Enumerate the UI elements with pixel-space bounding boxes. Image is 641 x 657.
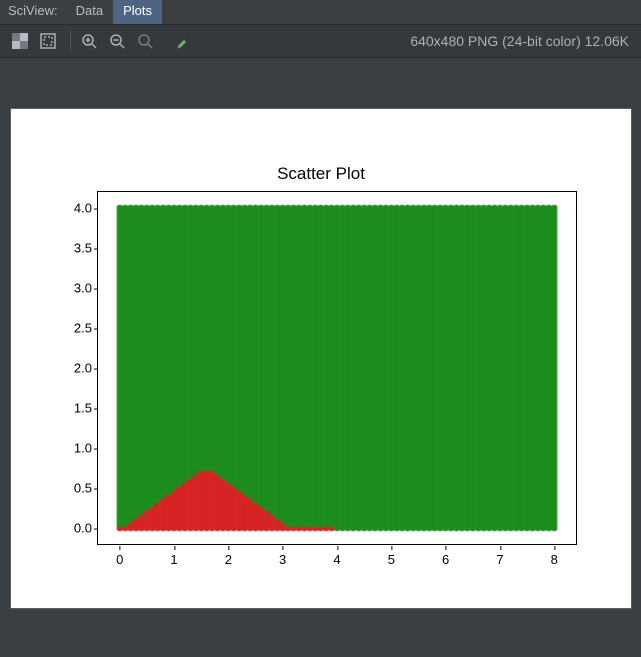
plot-viewport[interactable]: Scatter Plot 0.00.51.01.52.02.53.03.54.0… bbox=[10, 108, 632, 609]
chart-title: Scatter Plot bbox=[11, 164, 631, 184]
x-tick-label: 3 bbox=[279, 552, 286, 567]
panel-tabbar: SciView: Data Plots bbox=[0, 0, 641, 25]
tab-data[interactable]: Data bbox=[66, 0, 113, 24]
y-tick-label: 1.0 bbox=[52, 441, 92, 456]
image-info-text: 640x480 PNG (24-bit color) 12.06K bbox=[410, 33, 633, 49]
y-tick-label: 4.0 bbox=[52, 201, 92, 216]
y-tick-label: 3.5 bbox=[52, 241, 92, 256]
tab-plots[interactable]: Plots bbox=[113, 0, 162, 24]
x-tick-label: 6 bbox=[442, 552, 449, 567]
x-tick-label: 0 bbox=[116, 552, 123, 567]
y-tick-label: 2.0 bbox=[52, 361, 92, 376]
x-tick-label: 8 bbox=[551, 552, 558, 567]
x-tick-label: 1 bbox=[170, 552, 177, 567]
zoom-reset-icon[interactable] bbox=[133, 29, 157, 53]
zoom-out-icon[interactable] bbox=[105, 29, 129, 53]
panel-title: SciView: bbox=[0, 0, 66, 24]
fit-icon[interactable] bbox=[36, 29, 60, 53]
toolbar: 640x480 PNG (24-bit color) 12.06K bbox=[0, 25, 641, 58]
y-tick-label: 3.0 bbox=[52, 281, 92, 296]
y-tick-label: 0.0 bbox=[52, 521, 92, 536]
chart-axes: 0.00.51.01.52.02.53.03.54.0012345678 bbox=[97, 191, 577, 545]
toolbar-separator bbox=[70, 31, 71, 51]
zoom-in-icon[interactable] bbox=[77, 29, 101, 53]
x-tick-label: 5 bbox=[388, 552, 395, 567]
x-tick-label: 2 bbox=[225, 552, 232, 567]
eyedropper-icon[interactable] bbox=[171, 29, 195, 53]
x-tick-label: 4 bbox=[333, 552, 340, 567]
x-tick-label: 7 bbox=[496, 552, 503, 567]
y-tick-label: 0.5 bbox=[52, 481, 92, 496]
checker-icon[interactable] bbox=[8, 29, 32, 53]
y-tick-label: 1.5 bbox=[52, 401, 92, 416]
chart-canvas bbox=[98, 192, 576, 544]
y-tick-label: 2.5 bbox=[52, 321, 92, 336]
